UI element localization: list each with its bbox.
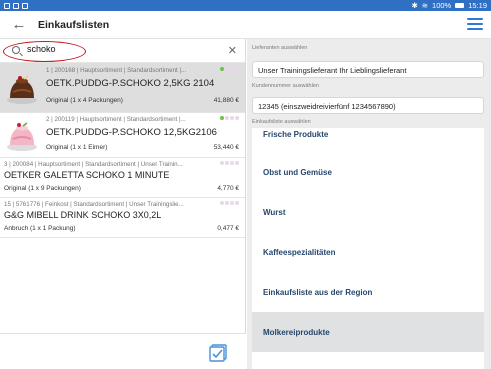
search-icon — [12, 46, 20, 54]
bottom-bar — [0, 333, 246, 369]
status-bar: ✱ ≋ 100% 15:19 — [0, 0, 491, 11]
status-dots — [220, 116, 239, 120]
battery-level: 100% — [432, 1, 452, 10]
item-name: OETK.PUDDG-P.SCHOKO 2,5KG 2104 — [46, 78, 215, 89]
item-meta: 15 | 5761776 | Feinkost | Standardsortim… — [4, 201, 184, 208]
wifi-icon: ≋ — [421, 1, 429, 10]
battery-icon — [455, 3, 465, 8]
search-input[interactable] — [27, 44, 207, 54]
item-meta: 1 | 200168 | Hauptsortiment | Standardso… — [46, 67, 187, 74]
selection-pane: Lieferanten auswählen Unser Trainingslie… — [247, 39, 491, 369]
list-item[interactable]: 1 | 200168 | Hauptsortiment | Standardso… — [0, 63, 245, 113]
bluetooth-icon: ✱ — [411, 1, 418, 10]
pudding-image — [7, 122, 37, 151]
pudding-image — [7, 75, 37, 104]
supplier-label: Lieferanten auswählen — [252, 45, 308, 51]
option-wurst[interactable]: Wurst — [252, 192, 484, 232]
item-name: G&G MIBELL DRINK SCHOKO 3X0,2L — [4, 210, 162, 220]
hamburger-menu-icon[interactable] — [467, 17, 483, 31]
item-pack: Original (1 x 1 Eimer) — [46, 144, 108, 151]
item-price: 41,880 € — [213, 97, 239, 104]
option-molkereiprodukte[interactable]: Molkereiprodukte — [252, 312, 484, 352]
item-price: 4,770 € — [217, 185, 239, 192]
list-item[interactable]: 3 | 200084 | Hauptsortiment | Standardso… — [0, 158, 245, 198]
page-title: Einkaufslisten — [38, 18, 110, 31]
option-obst-und-gemuese[interactable]: Obst und Gemüse — [252, 152, 484, 192]
list-item[interactable]: 15 | 5761776 | Feinkost | Standardsortim… — [0, 198, 245, 238]
arrow-left-icon: ← — [11, 16, 27, 33]
item-pack: Anbruch (1 x 1 Packung) — [4, 225, 76, 232]
checklist-icon[interactable] — [209, 342, 229, 362]
item-name: OETKER GALETTA SCHOKO 1 MINUTE — [4, 170, 170, 180]
list-item[interactable]: 2 | 200119 | Hauptsortiment | Standardso… — [0, 113, 245, 158]
status-dots — [220, 67, 239, 71]
item-name: OETK.PUDDG-P.SCHOKO 12,5KG2106 — [46, 127, 217, 138]
item-pack: Original (1 x 4 Packungen) — [46, 97, 123, 104]
list-label: Einkaufsliste auswählen — [252, 119, 311, 125]
option-kaffeespezialitaeten[interactable]: Kaffeespezialitäten — [252, 232, 484, 272]
app-bar: ← Einkaufslisten — [0, 11, 491, 39]
clock: 15:19 — [468, 1, 487, 10]
supplier-select[interactable]: Unser Trainingslieferant Ihr Lieblingsli… — [252, 61, 484, 78]
item-price: 53,440 € — [213, 144, 239, 151]
option-frische-produkte[interactable]: Frische Produkte — [252, 128, 484, 146]
customer-select[interactable]: 12345 (einszweidreivierfünf 1234567890) — [252, 97, 484, 114]
status-dots — [220, 161, 239, 165]
product-list-pane: ✕ 1 | 200168 | Hauptsortiment | Standard… — [0, 39, 246, 369]
status-dots — [220, 201, 239, 205]
status-icons-right: ✱ ≋ 100% 15:19 — [411, 1, 487, 10]
status-icons-left — [4, 2, 28, 9]
shopping-list-dropdown: Frische Produkte Obst und Gemüse Wurst K… — [252, 128, 484, 369]
item-meta: 2 | 200119 | Hauptsortiment | Standardso… — [46, 116, 186, 123]
close-icon[interactable]: ✕ — [228, 44, 237, 57]
notification-icon — [13, 2, 19, 9]
item-price: 0,477 € — [217, 225, 239, 232]
item-pack: Original (1 x 9 Packungen) — [4, 185, 81, 192]
customer-label: Kundennummer auswählen — [252, 83, 319, 89]
back-button[interactable]: ← — [4, 11, 34, 39]
option-einkaufsliste-aus-der-region[interactable]: Einkaufsliste aus der Region — [252, 272, 484, 312]
search-bar: ✕ — [0, 39, 245, 63]
notification-icon — [4, 2, 10, 9]
item-meta: 3 | 200084 | Hauptsortiment | Standardso… — [4, 161, 183, 168]
notification-icon — [22, 2, 28, 9]
